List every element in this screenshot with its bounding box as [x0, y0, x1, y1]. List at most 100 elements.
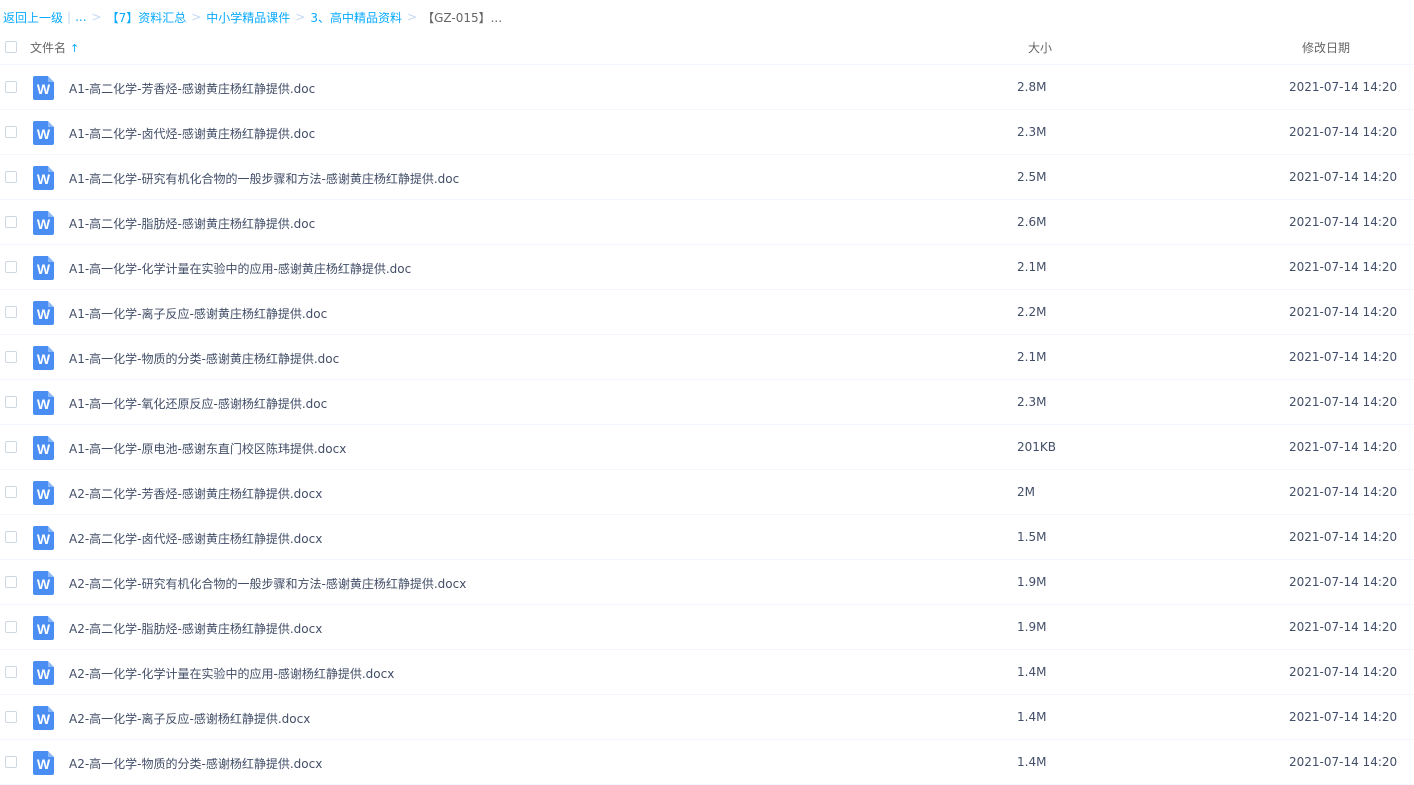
file-name[interactable]: A2-高一化学-物质的分类-感谢杨红静提供.docx [69, 755, 322, 772]
file-size: 1.4M [1017, 710, 1047, 724]
word-doc-icon: W [33, 751, 54, 775]
file-size: 2.2M [1017, 305, 1047, 319]
row-checkbox[interactable] [5, 396, 17, 408]
word-doc-icon: W [33, 301, 54, 325]
file-modified-date: 2021-07-14 14:20 [1289, 215, 1398, 229]
file-row[interactable]: W A2-高一化学-离子反应-感谢杨红静提供.docx 1.4M 2021-07-14… [0, 695, 1414, 740]
file-name[interactable]: A1-高一化学-离子反应-感谢黄庄杨红静提供.doc [69, 305, 327, 322]
breadcrumb-divider: | [67, 10, 72, 24]
file-size: 2.3M [1017, 125, 1047, 139]
file-name[interactable]: A1-高二化学-研究有机化合物的一般步骤和方法-感谢黄庄杨红静提供.doc [69, 170, 459, 187]
file-row[interactable]: W A2-高一化学-物质的分类-感谢杨红静提供.docx 1.4M 2021-07-1… [0, 740, 1414, 785]
file-modified-date: 2021-07-14 14:20 [1289, 170, 1398, 184]
file-row[interactable]: W A1-高一化学-原电池-感谢东直门校区陈玮提供.docx 201KB 2021-0… [0, 425, 1414, 470]
file-size: 1.9M [1017, 575, 1047, 589]
file-row[interactable]: W A1-高二化学-芳香烃-感谢黄庄杨红静提供.doc 2.8M 2021-07-14… [0, 65, 1414, 110]
file-name[interactable]: A2-高二化学-芳香烃-感谢黄庄杨红静提供.docx [69, 485, 322, 502]
column-header-date[interactable]: 修改日期 [1302, 39, 1350, 56]
row-checkbox[interactable] [5, 261, 17, 273]
breadcrumb-item[interactable]: 【7】资料汇总 [107, 9, 187, 26]
column-header-name[interactable]: 文件名 ↑ [30, 39, 79, 56]
file-modified-date: 2021-07-14 14:20 [1289, 305, 1398, 319]
breadcrumb: 返回上一级 | ... > 【7】资料汇总 > 中小学精品课件 > 3、高中精品… [3, 8, 502, 26]
row-checkbox[interactable] [5, 756, 17, 768]
select-all-checkbox[interactable] [5, 41, 17, 53]
file-modified-date: 2021-07-14 14:20 [1289, 530, 1398, 544]
arrow-up-icon[interactable]: ↑ [70, 42, 79, 55]
word-doc-icon: W [33, 391, 54, 415]
file-size: 2.8M [1017, 80, 1047, 94]
row-checkbox[interactable] [5, 576, 17, 588]
breadcrumb-separator: > [91, 10, 102, 24]
word-doc-icon: W [33, 166, 54, 190]
row-checkbox[interactable] [5, 171, 17, 183]
word-doc-icon: W [33, 571, 54, 595]
row-checkbox[interactable] [5, 81, 17, 93]
row-checkbox[interactable] [5, 621, 17, 633]
word-doc-icon: W [33, 256, 54, 280]
file-size: 1.4M [1017, 755, 1047, 769]
column-header-size[interactable]: 大小 [1028, 39, 1052, 56]
file-row[interactable]: W A1-高一化学-离子反应-感谢黄庄杨红静提供.doc 2.2M 2021-07-1… [0, 290, 1414, 335]
file-row[interactable]: W A2-高二化学-卤代烃-感谢黄庄杨红静提供.docx 1.5M 2021-07-1… [0, 515, 1414, 560]
row-checkbox[interactable] [5, 441, 17, 453]
row-checkbox[interactable] [5, 711, 17, 723]
file-name[interactable]: A1-高一化学-物质的分类-感谢黄庄杨红静提供.doc [69, 350, 339, 367]
file-row[interactable]: W A1-高一化学-物质的分类-感谢黄庄杨红静提供.doc 2.1M 2021-07-… [0, 335, 1414, 380]
file-size: 2M [1017, 485, 1035, 499]
file-modified-date: 2021-07-14 14:20 [1289, 485, 1398, 499]
file-row[interactable]: W A1-高二化学-卤代烃-感谢黄庄杨红静提供.doc 2.3M 2021-07-14… [0, 110, 1414, 155]
file-name[interactable]: A1-高二化学-脂肪烃-感谢黄庄杨红静提供.doc [69, 215, 315, 232]
file-size: 2.6M [1017, 215, 1047, 229]
word-doc-icon: W [33, 211, 54, 235]
back-link[interactable]: 返回上一级 [3, 9, 63, 26]
file-name[interactable]: A2-高二化学-卤代烃-感谢黄庄杨红静提供.docx [69, 530, 322, 547]
breadcrumb-item[interactable]: 中小学精品课件 [206, 9, 290, 26]
row-checkbox[interactable] [5, 531, 17, 543]
file-modified-date: 2021-07-14 14:20 [1289, 350, 1398, 364]
file-row[interactable]: W A1-高一化学-氧化还原反应-感谢杨红静提供.doc 2.3M 2021-07-1… [0, 380, 1414, 425]
row-checkbox[interactable] [5, 126, 17, 138]
file-modified-date: 2021-07-14 14:20 [1289, 710, 1398, 724]
breadcrumb-current: 【GZ-015】... [422, 10, 503, 25]
file-size: 1.4M [1017, 665, 1047, 679]
file-modified-date: 2021-07-14 14:20 [1289, 440, 1398, 454]
row-checkbox[interactable] [5, 306, 17, 318]
file-modified-date: 2021-07-14 14:20 [1289, 125, 1398, 139]
file-row[interactable]: W A2-高二化学-研究有机化合物的一般步骤和方法-感谢黄庄杨红静提供.docx 1… [0, 560, 1414, 605]
file-modified-date: 2021-07-14 14:20 [1289, 575, 1398, 589]
row-checkbox[interactable] [5, 486, 17, 498]
breadcrumb-item[interactable]: 3、高中精品资料 [310, 9, 402, 26]
file-row[interactable]: W A1-高二化学-研究有机化合物的一般步骤和方法-感谢黄庄杨红静提供.doc 2.… [0, 155, 1414, 200]
breadcrumb-separator: > [295, 10, 306, 24]
file-name[interactable]: A1-高二化学-卤代烃-感谢黄庄杨红静提供.doc [69, 125, 315, 142]
file-row[interactable]: W A2-高一化学-化学计量在实验中的应用-感谢杨红静提供.docx 1.4M 202… [0, 650, 1414, 695]
word-doc-icon: W [33, 616, 54, 640]
file-size: 2.1M [1017, 350, 1047, 364]
file-name[interactable]: A2-高一化学-化学计量在实验中的应用-感谢杨红静提供.docx [69, 665, 394, 682]
file-size: 2.1M [1017, 260, 1047, 274]
word-doc-icon: W [33, 76, 54, 100]
breadcrumb-separator: > [191, 10, 202, 24]
file-row[interactable]: W A1-高二化学-脂肪烃-感谢黄庄杨红静提供.doc 2.6M 2021-07-14… [0, 200, 1414, 245]
file-name[interactable]: A2-高二化学-脂肪烃-感谢黄庄杨红静提供.docx [69, 620, 322, 637]
file-name[interactable]: A1-高一化学-氧化还原反应-感谢杨红静提供.doc [69, 395, 327, 412]
word-doc-icon: W [33, 661, 54, 685]
row-checkbox[interactable] [5, 216, 17, 228]
file-name[interactable]: A1-高一化学-原电池-感谢东直门校区陈玮提供.docx [69, 440, 346, 457]
file-modified-date: 2021-07-14 14:20 [1289, 80, 1398, 94]
row-checkbox[interactable] [5, 666, 17, 678]
file-row[interactable]: W A2-高二化学-脂肪烃-感谢黄庄杨红静提供.docx 1.9M 2021-07-1… [0, 605, 1414, 650]
file-name[interactable]: A2-高二化学-研究有机化合物的一般步骤和方法-感谢黄庄杨红静提供.docx [69, 575, 466, 592]
file-name[interactable]: A1-高一化学-化学计量在实验中的应用-感谢黄庄杨红静提供.doc [69, 260, 411, 277]
file-row[interactable]: W A1-高一化学-化学计量在实验中的应用-感谢黄庄杨红静提供.doc 2.1M 20… [0, 245, 1414, 290]
file-size: 1.5M [1017, 530, 1047, 544]
file-size: 201KB [1017, 440, 1057, 454]
file-row[interactable]: W A2-高二化学-芳香烃-感谢黄庄杨红静提供.docx 2M 2021-07-14 … [0, 470, 1414, 515]
file-name[interactable]: A1-高二化学-芳香烃-感谢黄庄杨红静提供.doc [69, 80, 315, 97]
word-doc-icon: W [33, 526, 54, 550]
file-name[interactable]: A2-高一化学-离子反应-感谢杨红静提供.docx [69, 710, 310, 727]
row-checkbox[interactable] [5, 351, 17, 363]
breadcrumb-ellipsis[interactable]: ... [75, 10, 86, 24]
file-modified-date: 2021-07-14 14:20 [1289, 395, 1398, 409]
